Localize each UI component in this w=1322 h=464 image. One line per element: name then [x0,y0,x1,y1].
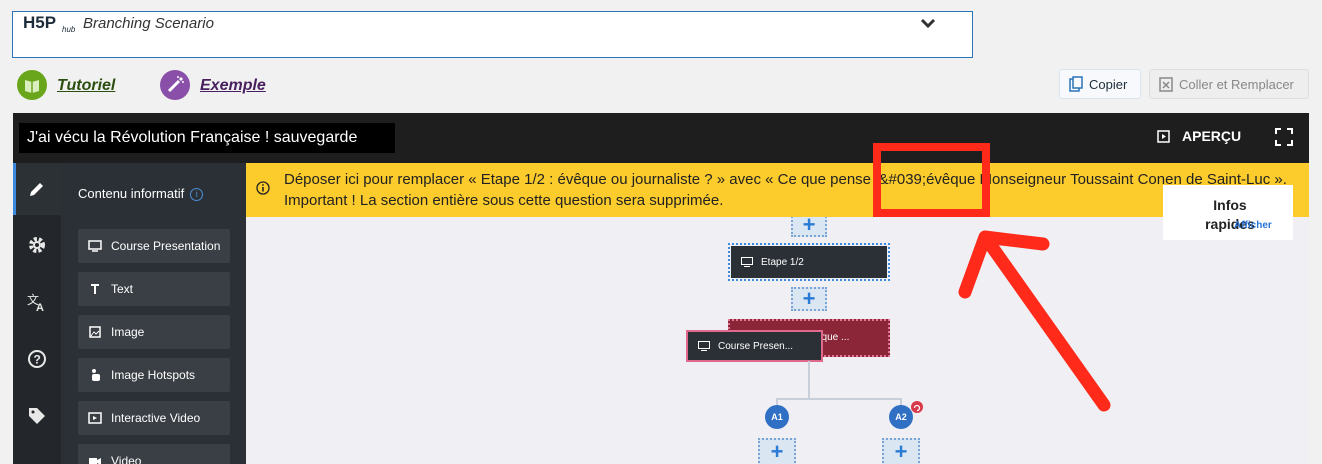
content-type-interactive-video[interactable]: Interactive Video [78,401,230,435]
example-link[interactable]: Exemple [200,77,266,95]
content-type-image-hotspots[interactable]: Image Hotspots [78,358,230,392]
preview-button[interactable]: APERÇU [1157,128,1241,144]
alternative-a1-badge[interactable]: A1 [765,405,789,429]
connector-line [808,361,810,399]
preview-label: APERÇU [1182,128,1242,144]
info-icon[interactable]: i [190,188,204,202]
paste-replace-button[interactable]: Coller et Remplacer [1149,69,1309,99]
copy-label: Copier [1089,76,1128,92]
pencil-icon[interactable] [27,179,47,199]
svg-text:A: A [36,302,44,312]
content-type-label: Image [111,325,145,339]
svg-text:H5P: H5P [23,13,56,32]
content-type-label: Interactive Video [111,411,201,425]
content-type-label: Course Presentation [111,239,221,253]
preview-icon [1157,129,1170,143]
video-play-icon [88,412,102,424]
loop-icon [911,401,923,413]
gear-icon[interactable] [27,235,47,255]
editor-sidebar-icons: 文A ? [13,163,61,464]
scenario-title-input[interactable]: J'ai vécu la Révolution Française ! sauv… [19,123,395,153]
copy-button[interactable]: Copier [1059,69,1141,99]
quick-info-panel: Infos rapides Afficher [1163,185,1293,240]
translate-icon[interactable]: 文A [27,292,47,314]
camera-icon [89,458,101,464]
content-type-course-presentation[interactable]: Course Presentation [78,229,230,263]
alternative-a2-badge[interactable]: A2 [889,405,913,429]
h5p-hub-logo: H5P hub [23,12,83,34]
paste-replace-label: Coller et Remplacer [1179,76,1294,92]
monitor-icon [698,341,710,351]
tutorial-book-icon [17,70,47,100]
tag-icon[interactable] [27,406,47,426]
svg-text:?: ? [34,353,41,367]
content-type-label: Text [111,282,134,296]
content-type-label: Video [111,454,142,464]
svg-text:hub: hub [62,25,76,34]
chevron-down-icon[interactable] [920,16,936,29]
tutorial-link[interactable]: Tutoriel [57,77,115,95]
library-name: Branching Scenario [83,15,214,32]
connector-line [776,398,902,400]
quick-info-show-link[interactable]: Afficher [1234,220,1272,231]
drop-zone[interactable]: + [882,438,920,464]
content-panel-title: Contenu informatif i [78,186,204,202]
monitor-icon [88,240,102,252]
drop-zone[interactable]: + [791,286,827,311]
image-icon [89,326,101,338]
help-icon[interactable]: ? [27,349,47,369]
content-types-panel: Contenu informatif i Course Presentation … [61,163,246,464]
branching-editor: J'ai vécu la Révolution Française ! sauv… [13,113,1309,464]
content-type-image[interactable]: Image [78,315,230,349]
text-icon [91,284,99,294]
step-node[interactable]: Etape 1/2 [731,246,887,278]
fullscreen-icon[interactable] [1275,128,1293,146]
monitor-icon [741,257,753,267]
content-type-video[interactable]: Video [78,444,230,464]
copy-icon [1069,76,1083,92]
step-node-label: Etape 1/2 [761,256,804,268]
dragging-node[interactable]: Course Presen... [686,330,823,362]
content-type-text[interactable]: Text [78,272,230,306]
content-type-label: Image Hotspots [111,368,196,382]
content-panel-title-text: Contenu informatif [78,186,185,201]
replace-warning-banner: Déposer ici pour remplacer « Etape 1/2 :… [246,163,1309,217]
paste-icon [1159,77,1173,92]
magic-wand-icon [160,70,190,100]
dragging-node-label: Course Presen... [718,340,794,352]
warning-info-icon [256,181,270,195]
hand-icon [92,369,100,381]
drop-zone[interactable]: + [758,438,796,464]
